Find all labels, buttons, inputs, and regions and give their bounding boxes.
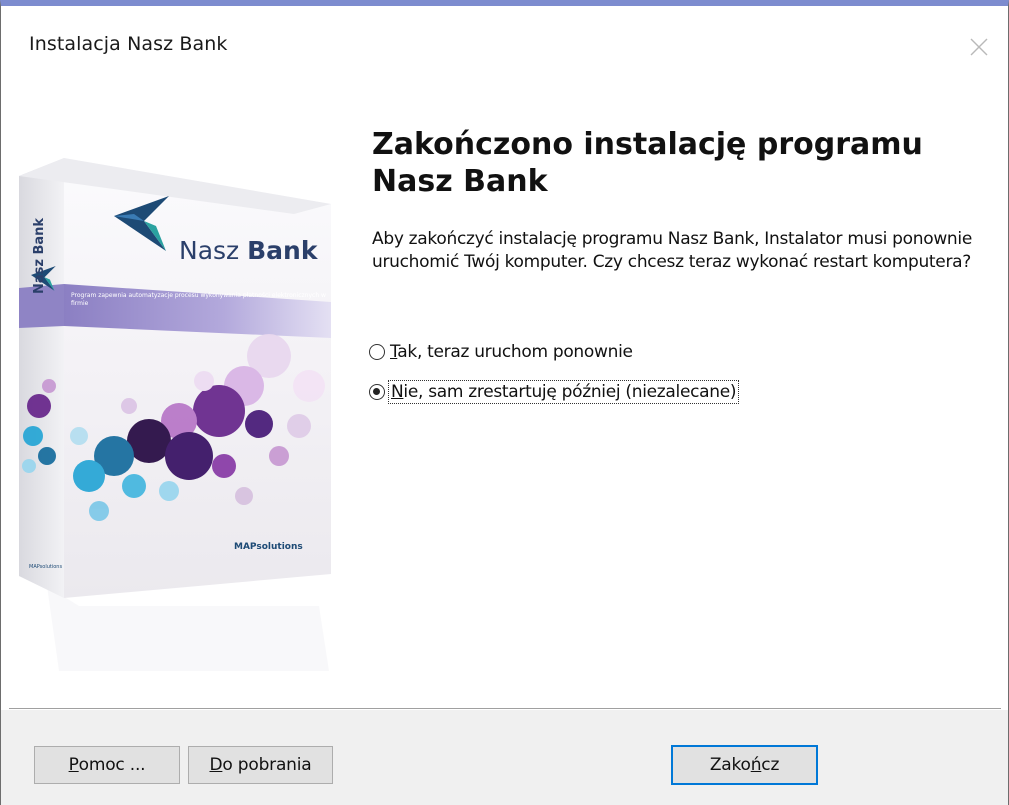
product-logo-text: Nasz Bank [179, 236, 319, 265]
spine-vendor-logo: MAPsolutions [29, 564, 62, 570]
restart-now-label[interactable]: Tak, teraz uruchom ponownie [390, 342, 633, 362]
product-tagline: Program zapewnia automatyzacje procesu w… [71, 292, 326, 307]
content-area: Nasz Bank Nasz Bank Program zapewnia aut… [1, 76, 1008, 708]
finish-button[interactable]: Zako ń cz [671, 745, 818, 785]
radio-unchecked-icon[interactable] [369, 344, 385, 360]
restart-now-option[interactable]: Tak, teraz uruchom ponownie [369, 342, 633, 362]
vendor-logo: MAPsolutions [234, 542, 303, 552]
completion-heading: Zakończono instalację programu Nasz Bank [372, 126, 972, 200]
completion-description: Aby zakończyć instalację programu Nasz B… [372, 229, 972, 272]
product-box-image: Nasz Bank Nasz Bank Program zapewnia aut… [19, 158, 331, 671]
download-button[interactable]: Do pobrania [188, 746, 333, 784]
restart-later-option[interactable]: Nie, sam zrestartuję później (niezalecan… [369, 380, 740, 404]
button-bar: Pomoc ... Do pobrania Zako ń cz [1, 710, 1008, 805]
title-bar[interactable]: Instalacja Nasz Bank [1, 6, 1008, 76]
spine-text: Nasz Bank [32, 218, 47, 294]
heading-line-1: Zakończono instalację programu [372, 127, 923, 162]
heading-line-2: Nasz Bank [372, 164, 548, 199]
close-icon[interactable] [968, 36, 990, 58]
radio-checked-icon[interactable] [369, 384, 385, 400]
installer-window: Instalacja Nasz Bank Nasz Bank Nasz Bank… [0, 0, 1009, 805]
restart-later-label[interactable]: Nie, sam zrestartuję później (niezalecan… [387, 380, 740, 404]
window-title: Instalacja Nasz Bank [29, 33, 228, 55]
help-button[interactable]: Pomoc ... [34, 746, 180, 784]
